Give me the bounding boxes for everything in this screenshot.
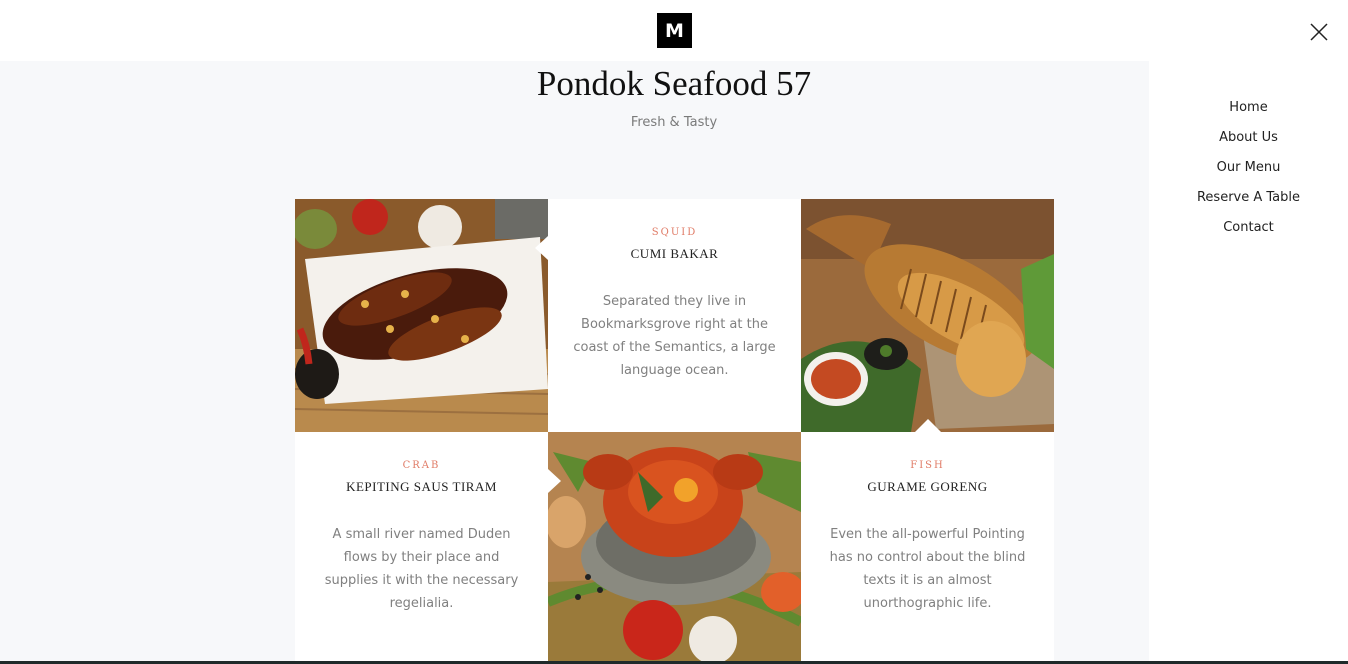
menu-category: SQUID <box>651 227 698 238</box>
menu-dish-name: KEPITING SAUS TIRAM <box>346 479 497 494</box>
nav-item-about-us[interactable]: About Us <box>1149 130 1348 160</box>
side-nav: Home About Us Our Menu Reserve A Table C… <box>1149 100 1348 250</box>
logo[interactable]: M <box>657 13 692 48</box>
menu-dish-name: CUMI BAKAR <box>630 246 719 261</box>
nav-item-contact[interactable]: Contact <box>1149 220 1348 250</box>
menu-grid: SQUID CUMI BAKAR Separated they live in … <box>295 199 1054 664</box>
menu-card-squid: SQUID CUMI BAKAR Separated they live in … <box>548 199 801 432</box>
page-title: Pondok Seafood 57 <box>536 64 812 103</box>
pointer-arrow <box>915 419 941 432</box>
pointer-arrow <box>548 469 561 493</box>
nav-item-home[interactable]: Home <box>1149 100 1348 130</box>
menu-description: Separated they live in Bookmarksgrove ri… <box>573 294 776 378</box>
nav-item-reserve-a-table[interactable]: Reserve A Table <box>1149 190 1348 220</box>
menu-description: A small river named Duden flows by their… <box>324 527 519 611</box>
menu-description: Even the all-powerful Pointing has no co… <box>829 527 1026 611</box>
pointer-arrow <box>535 236 548 260</box>
menu-dish-name: GURAME GORENG <box>867 479 988 494</box>
menu-card-crab: CRAB KEPITING SAUS TIRAM A small river n… <box>295 432 548 664</box>
logo-letter: M <box>665 19 684 42</box>
menu-category: CRAB <box>402 460 441 471</box>
nav-item-our-menu[interactable]: Our Menu <box>1149 160 1348 190</box>
menu-card-fish: FISH GURAME GORENG Even the all-powerful… <box>801 432 1054 664</box>
close-icon <box>1306 19 1332 45</box>
menu-image-crab <box>548 432 801 664</box>
menu-image-squid <box>295 199 548 432</box>
menu-image-fish <box>801 199 1054 432</box>
menu-category: FISH <box>910 460 945 471</box>
top-bar: M <box>0 0 1348 61</box>
page-subtitle: Fresh & Tasty <box>630 115 718 130</box>
close-button[interactable] <box>1306 19 1332 45</box>
